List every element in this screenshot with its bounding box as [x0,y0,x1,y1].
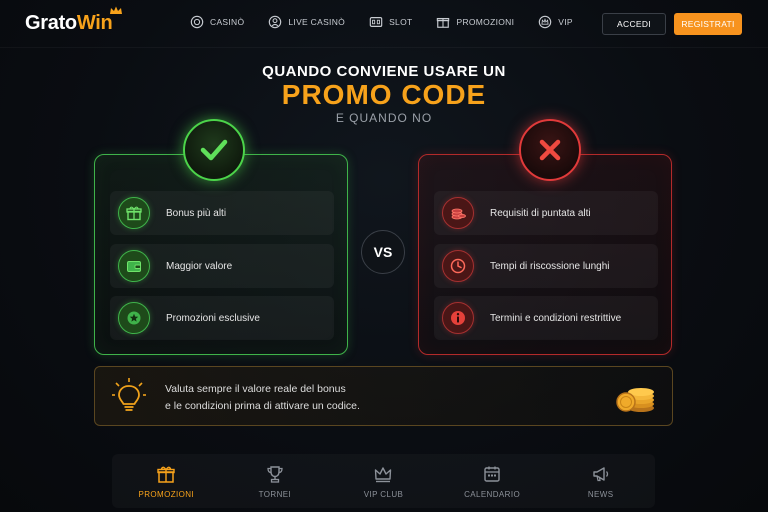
con-item-label: Requisiti di puntata alti [490,207,591,219]
bottom-nav-label: VIP CLUB [363,489,404,499]
clock-icon [442,250,474,282]
coin-stack-icon [442,197,474,229]
checkmark-icon [200,139,228,161]
pro-item-label: Bonus più alti [166,207,227,219]
cross-icon [539,139,561,161]
con-item-label: Tempi di riscossione lunghi [490,260,610,272]
pros-badge [183,119,245,181]
nav-item-live-casino[interactable]: LIVE CASINÒ [268,15,345,29]
gift-icon [118,197,150,229]
info-icon [442,302,474,334]
hero-title-highlight: PROMO CODE [281,79,487,110]
cons-badge [519,119,581,181]
tip-line1: Valuta sempre il valore reale del bonus [165,383,346,395]
bottom-nav-label: NEWS [587,489,614,499]
megaphone-icon [592,466,608,481]
bottom-nav-label: CALENDARIO [464,489,521,499]
pros-panel: Bonus più alti Maggior valore Promozioni… [94,154,348,355]
gift-icon [157,466,175,483]
pro-item-bonus: Bonus più alti [110,191,334,235]
nav-item-promozioni[interactable]: PROMOZIONI [436,15,514,29]
nav-item-label: PROMOZIONI [456,17,515,27]
nav-item-slot[interactable]: SLOT [369,15,412,29]
hero-subtitle: E QUANDO NO [335,111,433,125]
nav-item-vip[interactable]: VIP [538,15,573,29]
register-button[interactable]: REGISTRATI [674,13,742,35]
bottom-nav-calendario[interactable]: CALENDARIO [438,454,547,508]
cons-panel: Requisiti di puntata alti Tempi di risco… [418,154,672,355]
top-bar: GratoWin CASINÒ LIVE CASINÒ SLOT PROMOZI… [0,0,768,48]
slot-machine-icon [369,17,383,27]
con-item-label: Termini e condizioni restrittive [490,312,622,324]
calendar-icon [484,466,500,482]
brand-logo[interactable]: GratoWin [25,6,122,35]
login-button[interactable]: ACCEDI [602,13,666,35]
main-nav: CASINÒ LIVE CASINÒ SLOT PROMOZIONI VIP [190,15,597,29]
nav-item-label: LIVE CASINÒ [288,17,346,27]
nav-item-label: SLOT [389,17,413,27]
live-dealer-icon [269,15,282,29]
pro-item-label: Maggior valore [166,260,233,272]
trophy-icon [267,465,283,483]
nav-item-label: CASINÒ [210,17,245,27]
bottom-nav-news[interactable]: NEWS [546,454,655,508]
con-item-payout-time: Tempi di riscossione lunghi [434,244,658,288]
tip-line2: e le condizioni prima di attivare un cod… [165,400,360,412]
nav-item-casino[interactable]: CASINÒ [190,15,244,29]
bottom-nav-promozioni[interactable]: PROMOZIONI [112,454,221,508]
bottom-nav-label: TORNEI [258,489,292,499]
bottom-nav-tornei[interactable]: TORNEI [221,454,330,508]
casino-chip-icon [190,15,204,29]
hero-title-line1: QUANDO CONVIENE USARE UN [262,63,506,80]
gift-icon [437,17,450,28]
brand-name-part1: Grato [25,12,77,34]
versus-badge: VS [361,230,405,274]
star-badge-icon [118,302,150,334]
nav-item-label: VIP [558,17,573,27]
crown-icon [375,466,392,482]
logo-crown-icon [110,6,122,14]
wallet-icon [118,250,150,282]
vip-crown-icon [539,15,552,29]
con-item-restrictive-terms: Termini e condizioni restrittive [434,296,658,340]
lightbulb-icon [112,378,146,411]
tip-text: Valuta sempre il valore reale del bonus … [165,381,360,415]
pro-item-value: Maggior valore [110,244,334,288]
bottom-nav-label: PROMOZIONI [138,489,195,499]
pro-item-label: Promozioni esclusive [166,312,260,324]
pro-item-exclusive: Promozioni esclusive [110,296,334,340]
gold-coins-icon [616,388,654,412]
bottom-nav: PROMOZIONI TORNEI VIP CLUB CALENDARIO NE… [112,454,655,508]
brand-name-part2: Win [76,12,113,34]
con-item-wagering: Requisiti di puntata alti [434,191,658,235]
tip-box: Valuta sempre il valore reale del bonus … [94,366,673,426]
bottom-nav-vip-club[interactable]: VIP CLUB [329,454,438,508]
